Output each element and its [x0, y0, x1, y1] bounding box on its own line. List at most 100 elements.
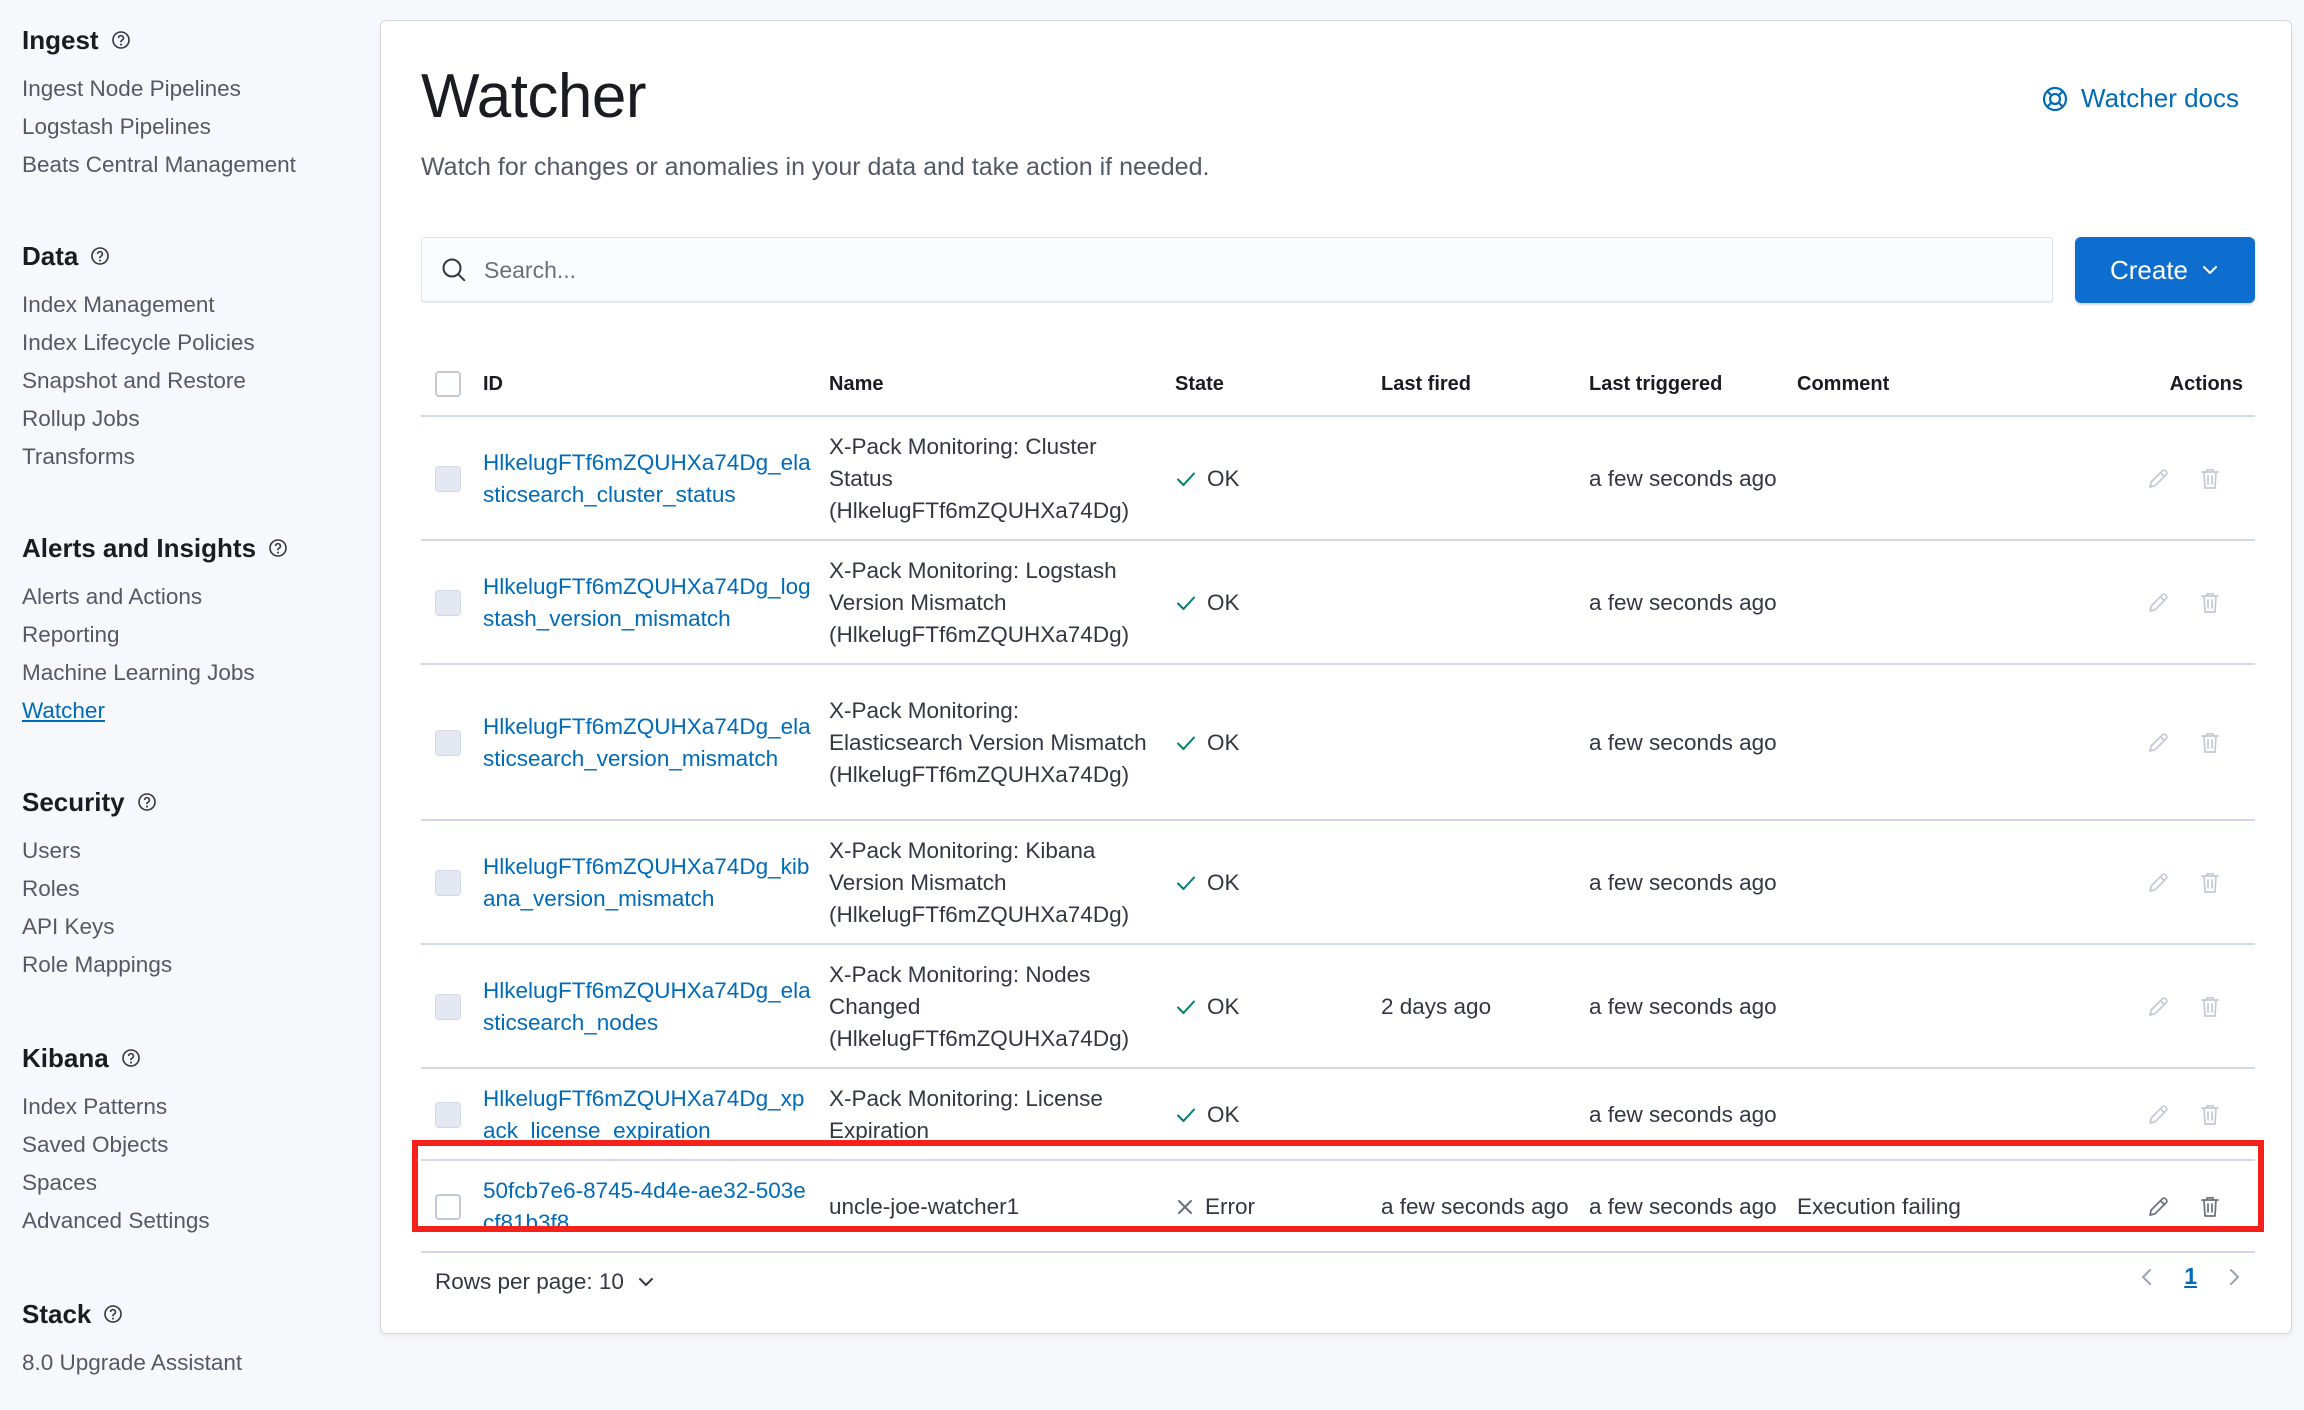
page-description: Watch for changes or anomalies in your d… [421, 153, 1210, 181]
nav-group-title: Ingest [22, 22, 352, 58]
trash-icon [2201, 1104, 2219, 1125]
column-header-state[interactable]: State [1175, 373, 1224, 396]
rows-per-page-label: Rows per page: 10 [435, 1269, 624, 1294]
watch-id-link[interactable]: HlkelugFTf6mZQUHXa74Dg_xpack_license_exp… [483, 1069, 813, 1161]
watch-last-triggered: a few seconds ago [1589, 994, 1777, 1019]
help-icon[interactable] [90, 246, 110, 266]
watch-id-link[interactable]: 50fcb7e6-8745-4d4e-ae32-503ecf81b3f8 [483, 1161, 813, 1253]
watch-state-label: OK [1207, 870, 1240, 895]
search-input[interactable] [484, 256, 1984, 284]
sidebar-item-api-keys[interactable]: API Keys [22, 908, 352, 946]
sidebar-item-rollup-jobs[interactable]: Rollup Jobs [22, 400, 352, 438]
select-all-checkbox[interactable] [435, 371, 461, 397]
row-select-checkbox[interactable] [435, 1194, 461, 1220]
sidebar-item-role-mappings[interactable]: Role Mappings [22, 946, 352, 984]
table-row: 50fcb7e6-8745-4d4e-ae32-503ecf81b3f8 unc… [421, 1161, 2255, 1253]
sidebar-item-snapshot-and-restore[interactable]: Snapshot and Restore [22, 362, 352, 400]
sidebar-item-index-patterns[interactable]: Index Patterns [22, 1088, 352, 1126]
help-icon[interactable] [121, 1048, 141, 1068]
sidebar-item-logstash-pipelines[interactable]: Logstash Pipelines [22, 108, 352, 146]
watch-name: X-Pack Monitoring: Elasticsearch Version… [829, 698, 1147, 787]
help-icon[interactable] [111, 30, 131, 50]
sidebar-item-index-lifecycle-policies[interactable]: Index Lifecycle Policies [22, 324, 352, 362]
chevron-right-icon[interactable] [2225, 1266, 2243, 1288]
nav-group-title-label: Data [22, 240, 79, 271]
edit-pencil-icon[interactable] [2145, 1194, 2171, 1220]
help-icon[interactable] [103, 1304, 123, 1324]
help-icon[interactable] [137, 792, 157, 812]
watch-last-fired [1381, 541, 1581, 665]
nav-group-title: Stack [22, 1296, 352, 1332]
watch-id-link[interactable]: HlkelugFTf6mZQUHXa74Dg_elasticsearch_ver… [483, 665, 813, 821]
sidebar-item-saved-objects[interactable]: Saved Objects [22, 1126, 352, 1164]
sidebar-item-ingest-node-pipelines[interactable]: Ingest Node Pipelines [22, 70, 352, 108]
sidebar-item-upgrade-assistant[interactable]: 8.0 Upgrade Assistant [22, 1344, 352, 1382]
watch-last-triggered: a few seconds ago [1589, 1102, 1777, 1127]
row-actions [2145, 590, 2255, 616]
nav-group-data: Data Index Management Index Lifecycle Po… [22, 238, 352, 476]
column-header-id[interactable]: ID [483, 373, 503, 396]
nav-group-security: Security Users Roles API Keys Role Mappi… [22, 784, 352, 984]
watch-id-link[interactable]: HlkelugFTf6mZQUHXa74Dg_elasticsearch_clu… [483, 417, 813, 541]
create-button[interactable]: Create [2075, 237, 2255, 303]
watch-state: OK [1175, 541, 1355, 665]
chevron-left-icon[interactable] [2138, 1266, 2156, 1288]
watch-last-triggered: a few seconds ago [1589, 590, 1777, 615]
watcher-panel: Watcher Watcher docs Watch for changes o… [380, 20, 2292, 1334]
sidebar-item-reporting[interactable]: Reporting [22, 616, 352, 654]
row-actions [2145, 730, 2255, 756]
row-select-checkbox [435, 730, 461, 756]
edit-pencil-icon [2149, 733, 2168, 752]
trash-icon[interactable] [2197, 1194, 2223, 1220]
watch-state-label: Error [1205, 1194, 1255, 1219]
page-number-1[interactable]: 1 [2184, 1263, 2197, 1290]
check-icon [1175, 872, 1197, 894]
sidebar-item-watcher[interactable]: Watcher [22, 692, 352, 730]
watch-name: X-Pack Monitoring: Cluster Status (Hlkel… [829, 434, 1130, 523]
watch-id-link[interactable]: HlkelugFTf6mZQUHXa74Dg_elasticsearch_nod… [483, 945, 813, 1069]
column-header-actions: Actions [2169, 373, 2243, 395]
watch-state-label: OK [1207, 466, 1240, 491]
nav-group-title: Alerts and Insights [22, 530, 352, 566]
sidebar-item-beats-central-management[interactable]: Beats Central Management [22, 146, 352, 184]
watch-last-fired [1381, 665, 1581, 821]
table-row: HlkelugFTf6mZQUHXa74Dg_logstash_version_… [421, 541, 2255, 665]
pagination: 1 [2138, 1263, 2243, 1290]
sidebar-item-spaces[interactable]: Spaces [22, 1164, 352, 1202]
help-icon[interactable] [268, 538, 288, 558]
sidebar-item-index-management[interactable]: Index Management [22, 286, 352, 324]
sidebar-item-roles[interactable]: Roles [22, 870, 352, 908]
table-header: ID Name State Last fired Last triggered … [421, 351, 2255, 417]
watcher-docs-link[interactable]: Watcher docs [2041, 83, 2239, 114]
watch-name: uncle-joe-watcher1 [829, 1194, 1020, 1219]
column-header-last-triggered[interactable]: Last triggered [1589, 373, 1722, 396]
sidebar-item-transforms[interactable]: Transforms [22, 438, 352, 476]
nav-group-kibana: Kibana Index Patterns Saved Objects Spac… [22, 1040, 352, 1240]
column-header-last-fired[interactable]: Last fired [1381, 373, 1471, 396]
nav-group-title: Security [22, 784, 352, 820]
watch-id-link[interactable]: HlkelugFTf6mZQUHXa74Dg_kibana_version_mi… [483, 821, 813, 945]
column-header-comment[interactable]: Comment [1797, 373, 1889, 396]
nav-group-ingest: Ingest Ingest Node Pipelines Logstash Pi… [22, 22, 352, 184]
nav-group-stack: Stack 8.0 Upgrade Assistant [22, 1296, 352, 1382]
search-box [421, 237, 2053, 303]
watch-id-link[interactable]: HlkelugFTf6mZQUHXa74Dg_logstash_version_… [483, 541, 813, 665]
watch-name: X-Pack Monitoring: Logstash Version Mism… [829, 558, 1130, 647]
column-header-name[interactable]: Name [829, 373, 883, 396]
watcher-docs-label: Watcher docs [2081, 83, 2239, 113]
create-button-label: Create [2109, 254, 2189, 285]
sidebar-item-machine-learning-jobs[interactable]: Machine Learning Jobs [22, 654, 352, 692]
watch-last-triggered: a few seconds ago [1589, 1194, 1777, 1219]
row-select-checkbox [435, 994, 461, 1020]
nav-group-title-label: Alerts and Insights [22, 532, 257, 563]
watch-state: OK [1175, 945, 1355, 1069]
watch-last-fired: a few seconds ago [1381, 1194, 1569, 1219]
sidebar-item-advanced-settings[interactable]: Advanced Settings [22, 1202, 352, 1240]
row-actions [2145, 1194, 2255, 1220]
rows-per-page-button[interactable]: Rows per page: 10 [435, 1269, 656, 1295]
sidebar-item-users[interactable]: Users [22, 832, 352, 870]
watch-last-fired [1381, 417, 1581, 541]
page-title: Watcher [421, 62, 647, 131]
sidebar-item-alerts-and-actions[interactable]: Alerts and Actions [22, 578, 352, 616]
nav-group-title: Kibana [22, 1040, 352, 1076]
